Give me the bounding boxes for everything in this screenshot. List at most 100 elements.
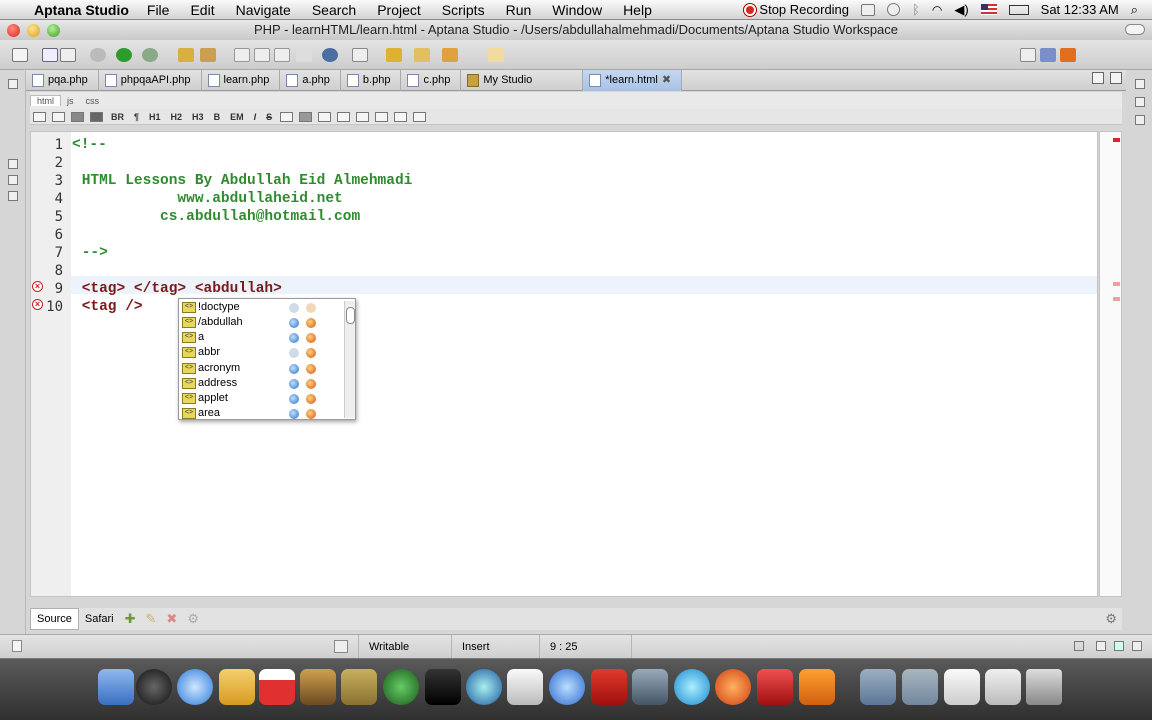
autocomplete-item[interactable]: <> !doctype xyxy=(179,300,344,315)
wifi-icon[interactable]: ◠ xyxy=(932,3,942,17)
h3-button[interactable]: H3 xyxy=(192,112,204,122)
textedit-icon[interactable] xyxy=(507,669,543,705)
input-flag-icon[interactable] xyxy=(980,4,997,15)
menu-search[interactable]: Search xyxy=(312,2,356,18)
view-icon[interactable] xyxy=(1096,641,1106,651)
wand-icon[interactable] xyxy=(200,48,216,62)
email-icon[interactable] xyxy=(318,111,332,122)
error-marker[interactable] xyxy=(1113,297,1120,301)
error-marker[interactable] xyxy=(1113,138,1120,142)
table-cell-icon[interactable] xyxy=(394,111,408,122)
settings-icon[interactable]: ⚙ xyxy=(187,611,199,627)
forward-icon[interactable] xyxy=(488,48,504,62)
italic-button[interactable]: I xyxy=(254,112,257,122)
zoin-icon[interactable] xyxy=(425,669,461,705)
back-icon[interactable] xyxy=(442,48,458,62)
em-button[interactable]: EM xyxy=(230,112,244,122)
page-icon[interactable] xyxy=(234,48,250,62)
address-book-icon[interactable] xyxy=(219,669,255,705)
tab-learn-html[interactable]: *learn.html ✖ xyxy=(583,70,683,91)
subtab-js[interactable]: js xyxy=(61,96,80,106)
view-icon[interactable] xyxy=(1135,97,1145,107)
autocomplete-item[interactable]: <>/abdullah xyxy=(179,315,344,330)
view-icon[interactable] xyxy=(1135,115,1145,125)
add-icon[interactable]: ✚ xyxy=(125,611,136,627)
tab-learn-php[interactable]: learn.php xyxy=(202,70,281,91)
paragraph-icon[interactable] xyxy=(274,48,290,62)
external-tools-icon[interactable] xyxy=(142,48,158,62)
edit-icon[interactable]: ✎ xyxy=(146,611,157,627)
run-icon[interactable] xyxy=(116,48,132,62)
h2-button[interactable]: H2 xyxy=(171,112,183,122)
autocomplete-item[interactable]: <> applet xyxy=(179,391,344,406)
save-icon[interactable] xyxy=(42,48,58,62)
screen-sharing-icon[interactable] xyxy=(861,3,876,16)
trash-icon[interactable] xyxy=(1026,669,1062,705)
menu-help[interactable]: Help xyxy=(623,2,652,18)
debug-icon[interactable] xyxy=(90,48,106,62)
volume-icon[interactable]: ◀) xyxy=(954,2,968,18)
strike-button[interactable]: S xyxy=(266,112,272,122)
preview-icon[interactable] xyxy=(632,669,668,705)
time-machine-icon[interactable] xyxy=(887,3,901,16)
tab-safari[interactable]: Safari xyxy=(79,609,120,629)
autocomplete-item[interactable]: <> address xyxy=(179,376,344,391)
open-project-icon[interactable] xyxy=(178,48,194,62)
aptana-perspective-icon[interactable] xyxy=(1060,48,1076,62)
tab-a-php[interactable]: a.php xyxy=(280,70,341,91)
documents-folder-icon[interactable] xyxy=(902,669,938,705)
br-button[interactable]: BR xyxy=(111,112,124,122)
menu-window[interactable]: Window xyxy=(552,2,602,18)
block-icon[interactable] xyxy=(90,111,103,122)
prev-annotation-icon[interactable] xyxy=(414,48,430,62)
restore-icon[interactable] xyxy=(8,79,18,89)
zoom-window-button[interactable] xyxy=(47,24,60,37)
app-menu[interactable]: Aptana Studio xyxy=(34,2,129,18)
minimize-editor-icon[interactable] xyxy=(1092,72,1104,84)
bold-button[interactable]: B xyxy=(214,112,221,122)
toolbar-toggle-button[interactable] xyxy=(1125,24,1145,35)
subtab-html[interactable]: html xyxy=(30,95,62,106)
stop-recording-button[interactable]: Stop Recording xyxy=(744,2,849,17)
safari-icon[interactable] xyxy=(177,669,213,705)
pencil-icon[interactable] xyxy=(296,48,312,62)
print-icon[interactable] xyxy=(60,48,76,62)
quicktime-icon[interactable] xyxy=(466,669,502,705)
finder-icon[interactable] xyxy=(98,669,134,705)
error-icon[interactable]: × xyxy=(32,281,43,292)
autocomplete-scrollbar[interactable] xyxy=(344,301,355,418)
unordered-list-icon[interactable] xyxy=(375,111,389,122)
home-icon[interactable] xyxy=(352,48,368,62)
search-icon[interactable] xyxy=(674,669,710,705)
autocomplete-item[interactable]: <> acronym xyxy=(179,361,344,376)
clock[interactable]: Sat 12:33 AM xyxy=(1041,2,1119,17)
minimize-window-button[interactable] xyxy=(27,24,40,37)
menu-file[interactable]: File xyxy=(147,2,170,18)
menu-run[interactable]: Run xyxy=(506,2,532,18)
form-icon[interactable] xyxy=(71,111,84,122)
restore-icon[interactable] xyxy=(1135,79,1145,89)
file-icon[interactable] xyxy=(33,111,46,122)
autocomplete-item[interactable]: <> a xyxy=(179,330,344,345)
document-stack-icon[interactable] xyxy=(985,669,1021,705)
page-icon[interactable] xyxy=(254,48,270,62)
dashboard-icon[interactable] xyxy=(136,669,172,705)
menu-navigate[interactable]: Navigate xyxy=(236,2,291,18)
perspective-icon[interactable] xyxy=(1020,48,1036,62)
php-perspective-icon[interactable] xyxy=(1040,48,1056,62)
tab-phpqaapi-php[interactable]: phpqaAPI.php xyxy=(99,70,202,91)
maximize-editor-icon[interactable] xyxy=(1110,72,1122,84)
applications-folder-icon[interactable] xyxy=(860,669,896,705)
restore-icon[interactable] xyxy=(1074,641,1084,651)
downloads-stack-icon[interactable] xyxy=(944,669,980,705)
error-marker[interactable] xyxy=(1113,282,1120,286)
gear-icon[interactable]: ⚙ xyxy=(1105,611,1117,627)
menu-project[interactable]: Project xyxy=(377,2,421,18)
close-icon[interactable]: ✖ xyxy=(662,74,671,86)
tab-my-studio[interactable]: My Studio xyxy=(461,70,584,91)
tab-c-php[interactable]: c.php xyxy=(401,70,462,91)
view-icon[interactable] xyxy=(1114,641,1124,651)
calendar-icon[interactable] xyxy=(259,669,295,705)
list-icon[interactable] xyxy=(337,111,351,122)
iphoto-icon[interactable] xyxy=(300,669,336,705)
